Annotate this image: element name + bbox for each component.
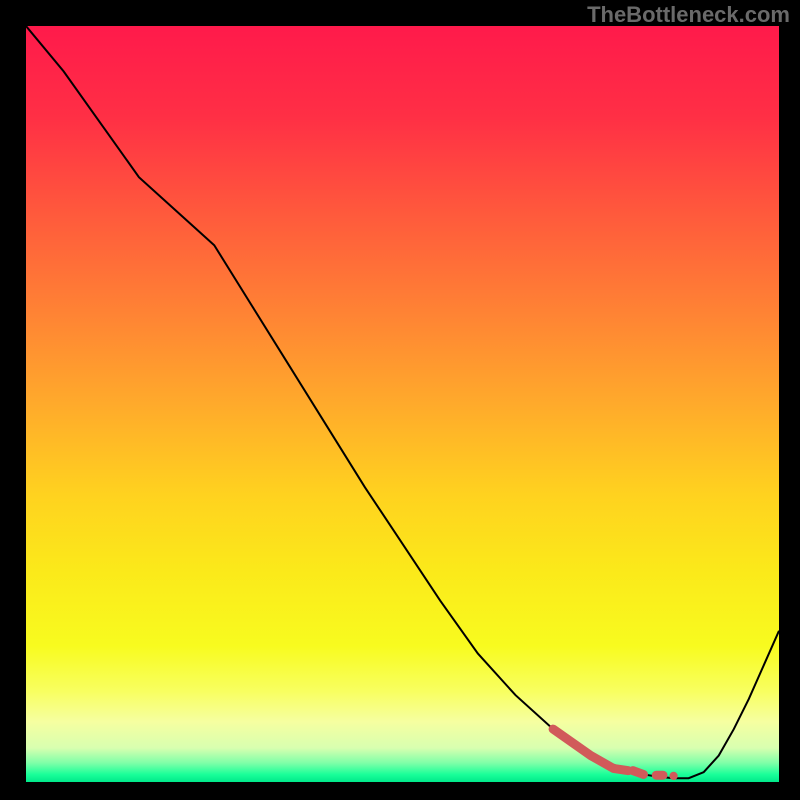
main-curve bbox=[26, 26, 779, 778]
plot-lines bbox=[26, 26, 779, 782]
chart-outer-frame: TheBottleneck.com bbox=[0, 0, 800, 800]
watermark-text: TheBottleneck.com bbox=[587, 2, 790, 28]
plot-area bbox=[26, 26, 779, 782]
highlight-segment bbox=[553, 729, 678, 780]
